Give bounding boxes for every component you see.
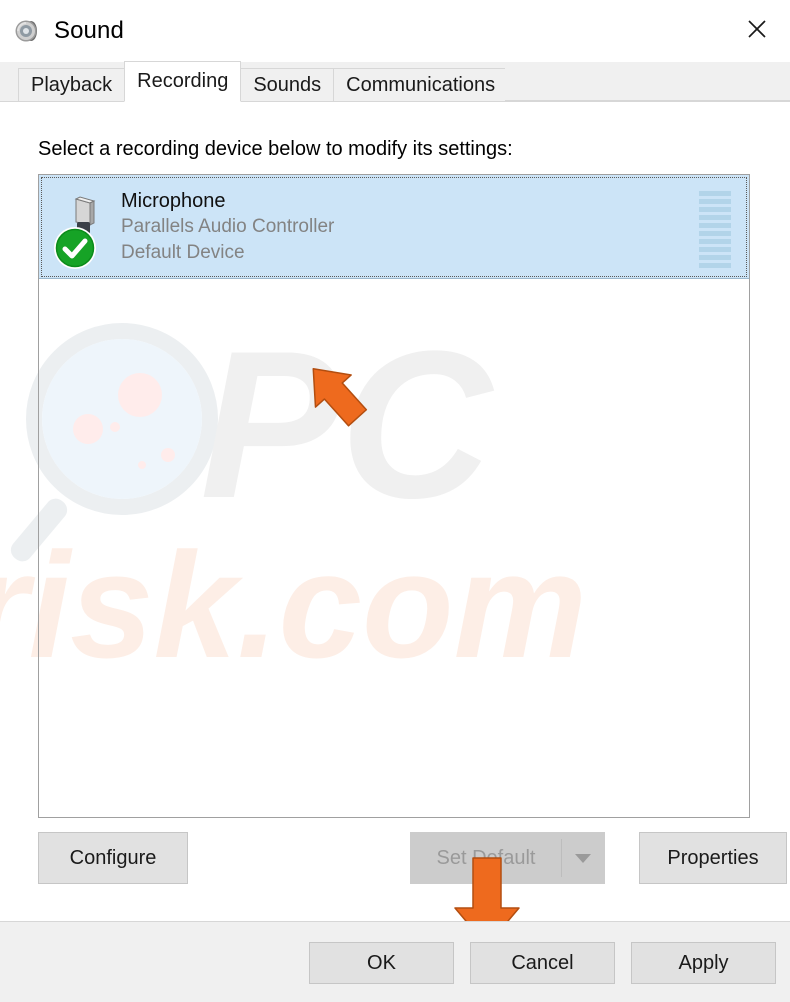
tab-communications[interactable]: Communications: [333, 68, 509, 101]
volume-meter: [699, 191, 731, 268]
device-text-block: Microphone Parallels Audio Controller De…: [121, 188, 334, 266]
tab-sounds-label: Sounds: [253, 74, 322, 96]
tab-recording[interactable]: Recording: [124, 61, 242, 102]
meter-segment: [699, 255, 731, 260]
meter-segment: [699, 231, 731, 236]
close-icon[interactable]: [724, 0, 790, 58]
device-action-buttons: Configure Set Default Properties: [38, 832, 787, 884]
meter-segment: [699, 191, 731, 196]
tab-playback-label: Playback: [31, 74, 113, 96]
device-list[interactable]: Microphone Parallels Audio Controller De…: [38, 174, 750, 818]
apply-button: Apply: [631, 942, 776, 984]
cancel-button[interactable]: Cancel: [470, 942, 615, 984]
ok-button[interactable]: OK: [309, 942, 454, 984]
recording-tab-panel: PC risk.com Select a recording device be…: [0, 102, 790, 922]
list-item[interactable]: Microphone Parallels Audio Controller De…: [39, 175, 749, 279]
meter-segment: [699, 215, 731, 220]
window-title: Sound: [54, 17, 124, 44]
tab-communications-label: Communications: [346, 74, 496, 96]
device-status: Default Device: [121, 241, 245, 263]
tab-playback[interactable]: Playback: [18, 68, 126, 101]
tab-sounds[interactable]: Sounds: [240, 68, 335, 101]
device-controller: Parallels Audio Controller: [121, 215, 335, 237]
chevron-down-icon[interactable]: [562, 833, 604, 883]
speaker-icon: [12, 14, 46, 48]
sound-dialog: Sound Playback Recording Sounds Communic…: [0, 0, 790, 1002]
meter-segment: [699, 247, 731, 252]
set-default-button[interactable]: Set Default: [411, 833, 561, 883]
dialog-footer: OK Cancel Apply: [0, 922, 790, 1002]
meter-segment: [699, 199, 731, 204]
tab-strip: Playback Recording Sounds Communications: [0, 61, 790, 102]
device-icon-group: [47, 184, 121, 270]
tab-recording-label: Recording: [137, 70, 229, 92]
meter-segment: [699, 263, 731, 268]
meter-segment: [699, 223, 731, 228]
device-name: Microphone: [121, 189, 226, 212]
green-check-icon: [53, 226, 97, 275]
properties-button[interactable]: Properties: [639, 832, 787, 884]
set-default-split-button[interactable]: Set Default: [410, 832, 605, 884]
instruction-text: Select a recording device below to modif…: [38, 138, 513, 160]
title-bar: Sound: [0, 0, 790, 62]
meter-segment: [699, 239, 731, 244]
configure-button[interactable]: Configure: [38, 832, 188, 884]
meter-segment: [699, 207, 731, 212]
